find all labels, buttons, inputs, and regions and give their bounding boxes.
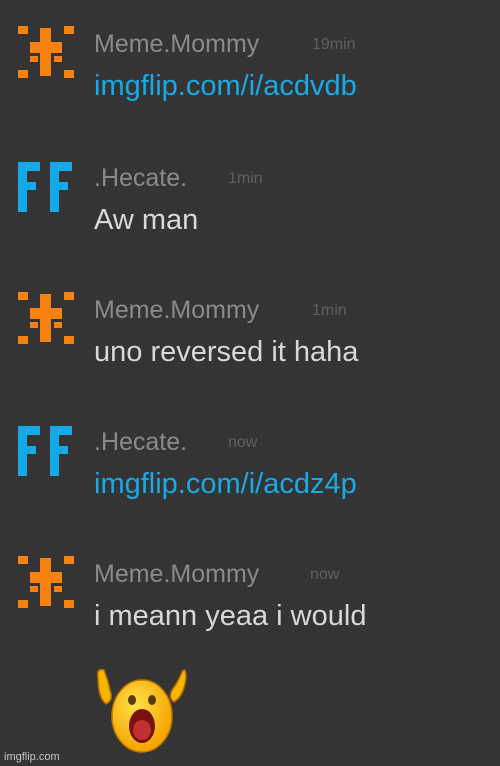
- timestamp: now: [310, 566, 340, 583]
- message-text: Aw man: [94, 204, 199, 236]
- timestamp: 1min: [228, 170, 263, 187]
- username[interactable]: .Hecate.: [94, 164, 187, 193]
- message-link[interactable]: imgflip.com/i/acdz4p: [94, 468, 357, 501]
- chat-message: Meme.Mommy 19min imgflip.com/i/acdvdb: [0, 22, 500, 154]
- orange-cross-avatar-icon[interactable]: [16, 288, 76, 348]
- username[interactable]: .Hecate.: [94, 428, 187, 457]
- imgflip-watermark: imgflip.com: [4, 751, 60, 763]
- orange-cross-avatar-icon[interactable]: [16, 22, 76, 82]
- message-link[interactable]: imgflip.com/i/acdvdb: [94, 70, 357, 103]
- chat-message: .Hecate. 1min Aw man: [0, 156, 500, 288]
- blue-ff-avatar-icon[interactable]: [16, 156, 76, 216]
- timestamp: 1min: [312, 302, 347, 319]
- username[interactable]: Meme.Mommy: [94, 296, 259, 325]
- username[interactable]: Meme.Mommy: [94, 560, 259, 589]
- message-text: i meann yeaa i would: [94, 600, 367, 632]
- username[interactable]: Meme.Mommy: [94, 30, 259, 59]
- message-text: uno reversed it haha: [94, 336, 359, 368]
- chat-message: .Hecate. now imgflip.com/i/acdz4p: [0, 420, 500, 552]
- screaming-face-icon: [96, 668, 187, 753]
- chat-message: Meme.Mommy 1min uno reversed it haha: [0, 288, 500, 420]
- orange-cross-avatar-icon[interactable]: [16, 552, 76, 612]
- blue-ff-avatar-icon[interactable]: [16, 420, 76, 480]
- timestamp: now: [228, 434, 258, 451]
- timestamp: 19min: [312, 36, 356, 53]
- chat-message: Meme.Mommy now i meann yeaa i would: [0, 552, 500, 684]
